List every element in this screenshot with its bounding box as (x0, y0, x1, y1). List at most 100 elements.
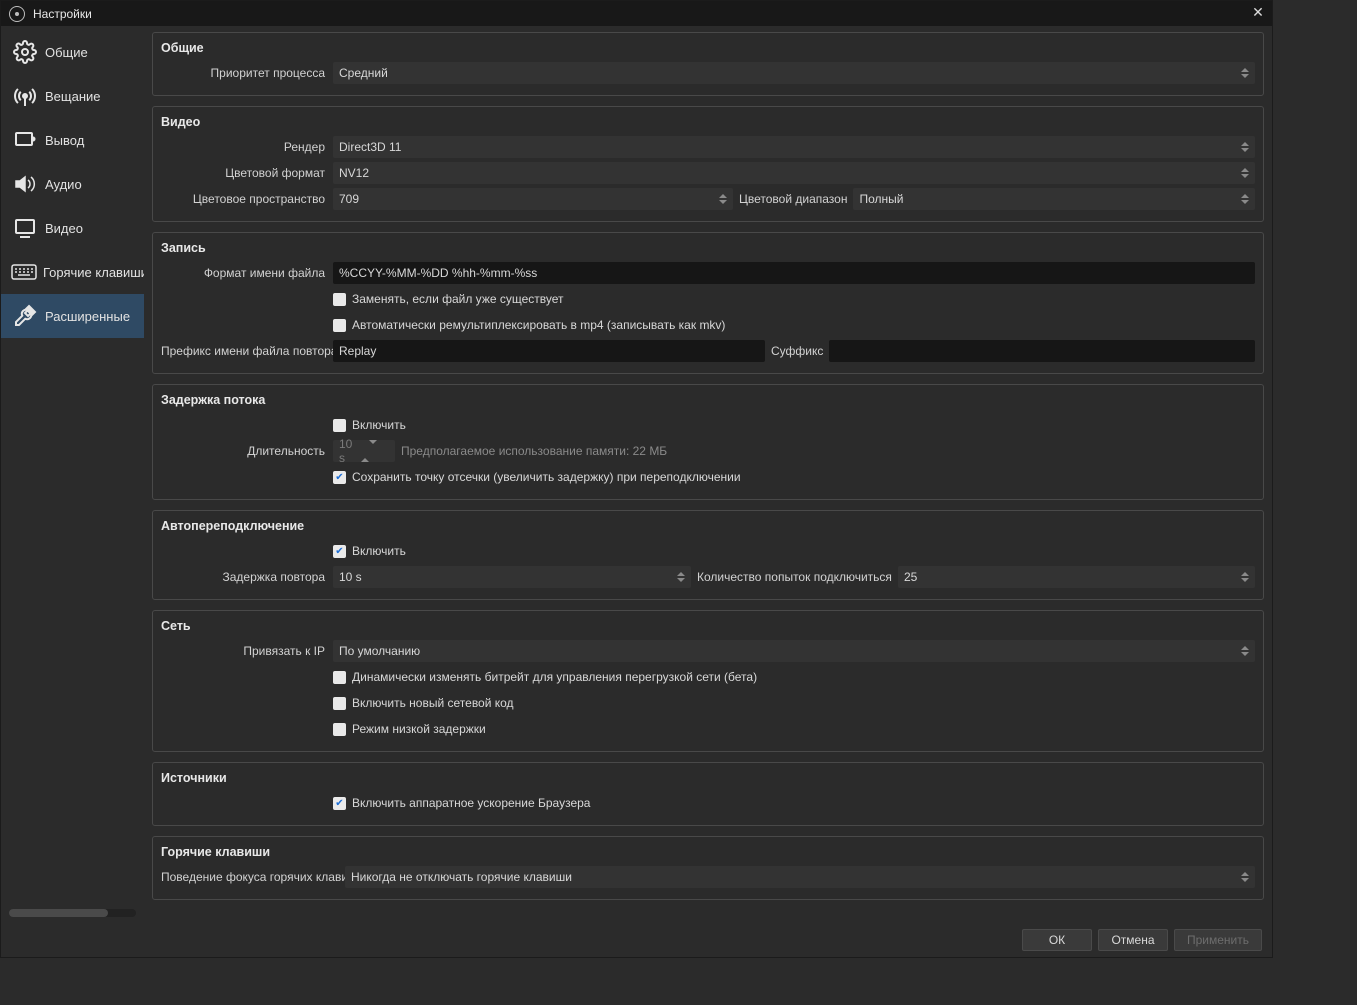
duration-label: Длительность (161, 444, 333, 458)
broadcast-icon (11, 82, 39, 110)
sidebar-item-label: Общие (45, 45, 88, 60)
speaker-icon (11, 170, 39, 198)
sidebar-item-label: Расширенные (45, 309, 130, 324)
color-range-select[interactable]: Полный (853, 188, 1255, 210)
spinner-icon (673, 566, 689, 588)
select-value: 709 (339, 192, 359, 206)
max-retries-label: Количество попыток подключиться (697, 570, 892, 584)
spinner-icon (361, 444, 377, 458)
sidebar-item-output[interactable]: Вывод (1, 118, 144, 162)
section-title: Запись (161, 241, 1255, 255)
section-hotkeys: Горячие клавиши Поведение фокуса горячих… (152, 836, 1264, 900)
sidebar-item-label: Вещание (45, 89, 101, 104)
color-range-label: Цветовой диапазон (739, 192, 847, 206)
window-title: Настройки (33, 7, 92, 21)
overwrite-checkbox[interactable]: Заменять, если файл уже существует (333, 292, 564, 306)
retry-delay-spin[interactable]: 10 s (333, 566, 691, 588)
sidebar-item-label: Аудио (45, 177, 82, 192)
checkbox-label: Включить новый сетевой код (352, 696, 514, 710)
select-value: По умолчанию (339, 644, 420, 658)
spinner-icon (1237, 62, 1253, 84)
output-icon (11, 126, 39, 154)
spinner-icon (715, 188, 731, 210)
renderer-label: Рендер (161, 140, 333, 154)
spinner-icon (1237, 136, 1253, 158)
replay-prefix-label: Префикс имени файла повтора (161, 344, 333, 358)
max-retries-spin[interactable]: 25 (898, 566, 1255, 588)
monitor-icon (11, 214, 39, 242)
content-area: Общие Приоритет процесса Средний Видео Р… (144, 26, 1272, 923)
select-value: Никогда не отключать горячие клавиши (351, 870, 572, 884)
color-format-select[interactable]: NV12 (333, 162, 1255, 184)
sidebar-item-video[interactable]: Видео (1, 206, 144, 250)
bind-ip-select[interactable]: По умолчанию (333, 640, 1255, 662)
select-value: NV12 (339, 166, 369, 180)
spin-value: 10 s (339, 570, 362, 584)
hotkey-focus-select[interactable]: Никогда не отключать горячие клавиши (345, 866, 1255, 888)
checkbox-label: Включить (352, 418, 406, 432)
section-stream-delay: Задержка потока Включить Длительность (152, 384, 1264, 500)
section-general: Общие Приоритет процесса Средний (152, 32, 1264, 96)
color-space-select[interactable]: 709 (333, 188, 733, 210)
section-title: Задержка потока (161, 393, 1255, 407)
section-video: Видео Рендер Direct3D 11 Цветовой формат (152, 106, 1264, 222)
reconnect-enable-checkbox[interactable]: ✔ Включить (333, 544, 406, 558)
sidebar-item-stream[interactable]: Вещание (1, 74, 144, 118)
tools-icon (11, 302, 39, 330)
dynamic-bitrate-checkbox[interactable]: Динамически изменять битрейт для управле… (333, 670, 757, 684)
app-icon (9, 6, 25, 22)
checkbox-label: Автоматически ремультиплексировать в mp4… (352, 318, 725, 332)
section-title: Общие (161, 41, 1255, 55)
sidebar-item-label: Видео (45, 221, 83, 236)
filename-format-input[interactable] (333, 262, 1255, 284)
duration-spin[interactable]: 10 s (333, 440, 395, 462)
sidebar: Общие Вещание Вывод Аудио (1, 26, 144, 923)
spinner-icon (1237, 162, 1253, 184)
browser-hw-checkbox[interactable]: ✔ Включить аппаратное ускорение Браузера (333, 796, 590, 810)
select-value: Полный (859, 192, 903, 206)
keyboard-icon (11, 258, 37, 286)
sidebar-item-label: Горячие клавиши (43, 265, 144, 280)
select-value: Средний (339, 66, 388, 80)
sidebar-item-general[interactable]: Общие (1, 30, 144, 74)
close-icon[interactable]: ✕ (1250, 5, 1266, 21)
suffix-label: Суффикс (771, 344, 823, 358)
replay-prefix-input[interactable] (333, 340, 765, 362)
section-title: Автопереподключение (161, 519, 1255, 533)
checkbox-label: Включить аппаратное ускорение Браузера (352, 796, 590, 810)
color-space-label: Цветовое пространство (161, 192, 333, 206)
spin-value: 25 (904, 570, 917, 584)
process-priority-label: Приоритет процесса (161, 66, 333, 80)
color-format-label: Цветовой формат (161, 166, 333, 180)
memory-usage-label: Предполагаемое использование памяти: 22 … (401, 444, 667, 458)
section-reconnect: Автопереподключение ✔ Включить Задержка … (152, 510, 1264, 600)
low-latency-checkbox[interactable]: Режим низкой задержки (333, 722, 486, 736)
checkbox-label: Режим низкой задержки (352, 722, 486, 736)
sidebar-scrollbar[interactable] (9, 909, 136, 917)
preserve-cutoff-checkbox[interactable]: ✔ Сохранить точку отсечки (увеличить зад… (333, 470, 741, 484)
spinner-icon (1237, 866, 1253, 888)
section-recording: Запись Формат имени файла Заменять, если… (152, 232, 1264, 374)
select-value: Direct3D 11 (339, 140, 401, 154)
sidebar-item-advanced[interactable]: Расширенные (1, 294, 144, 338)
delay-enable-checkbox[interactable]: Включить (333, 418, 406, 432)
checkbox-label: Включить (352, 544, 406, 558)
ok-button[interactable]: ОК (1022, 929, 1092, 951)
section-title: Видео (161, 115, 1255, 129)
apply-button[interactable]: Применить (1174, 929, 1262, 951)
gear-icon (11, 38, 39, 66)
checkbox-label: Динамически изменять битрейт для управле… (352, 670, 757, 684)
scrollbar-thumb[interactable] (9, 909, 108, 917)
suffix-input[interactable] (829, 340, 1255, 362)
titlebar: Настройки ✕ (1, 1, 1272, 26)
sidebar-item-audio[interactable]: Аудио (1, 162, 144, 206)
renderer-select[interactable]: Direct3D 11 (333, 136, 1255, 158)
new-netcode-checkbox[interactable]: Включить новый сетевой код (333, 696, 514, 710)
cancel-button[interactable]: Отмена (1098, 929, 1168, 951)
checkbox-label: Сохранить точку отсечки (увеличить задер… (352, 470, 741, 484)
process-priority-select[interactable]: Средний (333, 62, 1255, 84)
sidebar-item-hotkeys[interactable]: Горячие клавиши (1, 250, 144, 294)
spin-value: 10 s (339, 437, 361, 465)
section-title: Сеть (161, 619, 1255, 633)
remux-checkbox[interactable]: Автоматически ремультиплексировать в mp4… (333, 318, 725, 332)
